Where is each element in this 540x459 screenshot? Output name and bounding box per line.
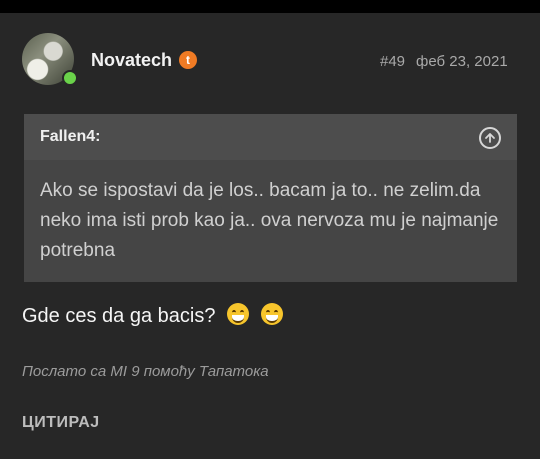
arrow-up-circle-icon[interactable] [479, 127, 501, 149]
post-card: Novatech t #49 феб 23, 2021 Fallen4: Ako… [0, 13, 540, 459]
grinning-emoji-icon [260, 303, 283, 325]
grinning-emoji-icon [227, 303, 250, 325]
post-signature: Послато са MI 9 помоћу Тапатока [22, 363, 269, 380]
post-number[interactable]: #49 [380, 53, 405, 70]
tapatalk-badge-icon: t [179, 51, 197, 69]
quote-block: Fallen4: Ako se ispostavi da je los.. ba… [24, 114, 517, 282]
username[interactable]: Novatech [91, 50, 172, 71]
quote-button[interactable]: ЦИТИРАЈ [22, 414, 100, 432]
post-message-text: Gde ces da ga bacis? [22, 305, 216, 327]
quote-header: Fallen4: [24, 114, 517, 160]
post-message: Gde ces da ga bacis? [22, 303, 283, 328]
quote-author[interactable]: Fallen4: [40, 128, 100, 146]
post-date: феб 23, 2021 [416, 53, 508, 70]
online-status-icon [62, 70, 78, 86]
quote-text: Ako se ispostavi da je los.. bacam ja to… [40, 180, 499, 261]
